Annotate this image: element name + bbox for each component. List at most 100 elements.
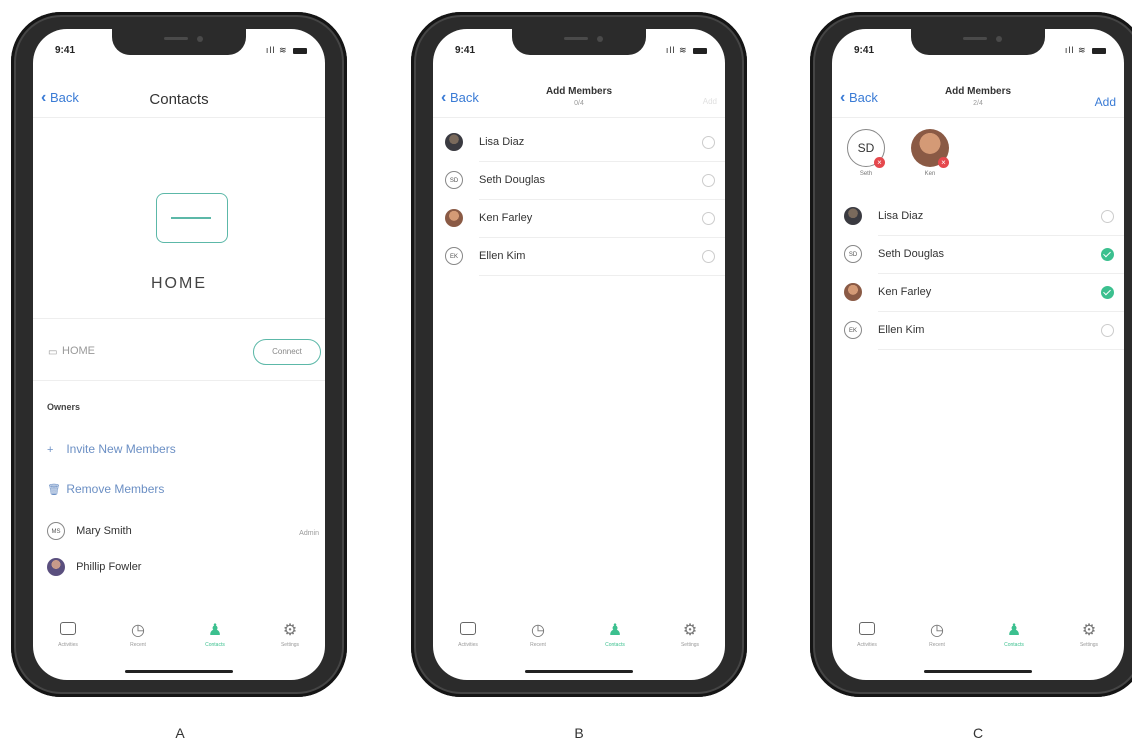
tab-label: Contacts (605, 642, 625, 648)
phone-frame-c: 9:41 ıll ≋ ‹ Back Add Members 2/4 Add SD… (810, 12, 1132, 697)
connect-button[interactable]: Connect (253, 339, 321, 365)
person-icon: ♟ (607, 622, 623, 639)
tab-contacts[interactable]: ♟ Contacts (190, 622, 240, 648)
avatar (844, 207, 862, 225)
status-time: 9:41 (455, 45, 476, 56)
contact-row-seth-douglas[interactable]: SD Seth Douglas (433, 162, 725, 200)
trash-icon: 🗑 (47, 484, 61, 496)
contact-row-ellen-kim[interactable]: EK Ellen Kim (433, 238, 725, 276)
tab-label: Recent (130, 642, 146, 648)
contact-name: Seth Douglas (479, 174, 546, 186)
device-icon (156, 193, 228, 243)
tab-bar: Activities ◷ Recent ♟ Contacts ⚙ Setting… (33, 622, 325, 664)
tab-bar: Activities ◷ Recent ♟ Contacts ⚙ Setting… (832, 622, 1124, 664)
contact-row-lisa-diaz[interactable]: Lisa Diaz (433, 124, 725, 162)
status-icons: ıll ≋ (266, 45, 307, 56)
select-radio[interactable] (1101, 210, 1114, 223)
battery-icon (293, 47, 307, 54)
tab-label: Recent (530, 642, 546, 648)
tab-recent[interactable]: ◷ Recent (113, 622, 163, 648)
home-indicator (125, 670, 233, 673)
selection-count: 2/4 (973, 100, 983, 107)
remove-members-button[interactable]: 🗑 Remove Members (47, 482, 164, 496)
invite-label: Invite New Members (66, 442, 176, 456)
contact-row-lisa-diaz[interactable]: Lisa Diaz (832, 198, 1124, 236)
page-title: Add Members (545, 86, 613, 97)
tab-label: Contacts (1004, 642, 1024, 648)
phone-frame-a: 9:41 ıll ≋ ‹ Back Contacts HOME ▭ HOME C… (11, 12, 347, 697)
contact-row-ellen-kim[interactable]: EK Ellen Kim (832, 312, 1124, 350)
tab-label: Settings (280, 642, 300, 648)
owners-heading: Owners (47, 402, 81, 412)
page-title: Contacts (149, 91, 209, 108)
person-icon: ♟ (1006, 622, 1022, 639)
avatar (844, 283, 862, 301)
tab-label: Recent (929, 642, 945, 648)
tab-recent[interactable]: ◷ Recent (912, 622, 962, 648)
tab-label: Activities (58, 642, 78, 648)
caption-b: B (574, 725, 584, 741)
tab-activities[interactable]: Activities (443, 622, 493, 648)
add-button[interactable]: Add (1095, 95, 1116, 109)
status-time: 9:41 (55, 45, 76, 56)
list-item[interactable]: Phillip Fowler (47, 558, 141, 576)
signal-icon: ıll (665, 45, 676, 55)
check-icon[interactable] (1101, 286, 1114, 299)
select-radio[interactable] (1101, 324, 1114, 337)
select-radio[interactable] (702, 212, 715, 225)
nav-divider (433, 117, 725, 118)
member-name: Mary Smith (76, 524, 132, 537)
screen-c: 9:41 ıll ≋ ‹ Back Add Members 2/4 Add SD… (832, 29, 1124, 680)
contact-row-ken-farley[interactable]: Ken Farley (433, 200, 725, 238)
wifi-icon: ≋ (1077, 45, 1087, 55)
avatar: SD (844, 245, 862, 263)
member-name: Phillip Fowler (76, 560, 142, 573)
avatar: MS (47, 522, 65, 540)
person-icon: ♟ (207, 622, 223, 639)
tab-activities[interactable]: Activities (842, 622, 892, 648)
avatar (445, 209, 463, 227)
battery-icon (693, 47, 707, 54)
check-icon[interactable] (1101, 248, 1114, 261)
divider (33, 318, 325, 319)
remove-label: Remove Members (66, 482, 165, 496)
select-radio[interactable] (702, 250, 715, 263)
contact-name: Ken Farley (479, 212, 533, 224)
contact-name: Ellen Kim (878, 324, 925, 336)
tab-recent[interactable]: ◷ Recent (513, 622, 563, 648)
remove-icon[interactable]: × (938, 157, 949, 168)
tab-label: Activities (458, 642, 478, 648)
caption-a: A (175, 725, 185, 741)
remove-icon[interactable]: × (874, 157, 885, 168)
contact-name: Ellen Kim (479, 250, 526, 262)
tab-contacts[interactable]: ♟ Contacts (989, 622, 1039, 648)
avatar (445, 133, 463, 151)
gear-icon: ⚙ (282, 622, 298, 639)
select-radio[interactable] (702, 174, 715, 187)
signal-icon: ıll (265, 45, 276, 55)
select-radio[interactable] (702, 136, 715, 149)
add-button[interactable]: Add (703, 97, 717, 106)
tab-label: Contacts (205, 642, 225, 648)
tab-settings[interactable]: ⚙ Settings (265, 622, 315, 648)
selected-member-ken[interactable]: × Ken (910, 129, 950, 177)
contact-row-seth-douglas[interactable]: SD Seth Douglas (832, 236, 1124, 274)
battery-icon (1092, 47, 1106, 54)
selected-member-seth[interactable]: SD × Seth (846, 129, 886, 177)
tab-contacts[interactable]: ♟ Contacts (590, 622, 640, 648)
tab-label: Settings (1079, 642, 1099, 648)
gear-icon: ⚙ (682, 622, 698, 639)
tab-settings[interactable]: ⚙ Settings (1064, 622, 1114, 648)
tab-settings[interactable]: ⚙ Settings (665, 622, 715, 648)
tv-icon (842, 622, 892, 640)
invite-members-button[interactable]: + Invite New Members (47, 442, 176, 456)
gear-icon: ⚙ (1081, 622, 1097, 639)
status-time: 9:41 (854, 45, 875, 56)
wifi-icon: ≋ (678, 45, 688, 55)
tab-activities[interactable]: Activities (43, 622, 93, 648)
list-item[interactable]: MS Mary Smith (47, 522, 132, 540)
notch (512, 29, 646, 55)
divider (33, 380, 325, 381)
contact-row-ken-farley[interactable]: Ken Farley (832, 274, 1124, 312)
page-title: Add Members (944, 86, 1012, 97)
